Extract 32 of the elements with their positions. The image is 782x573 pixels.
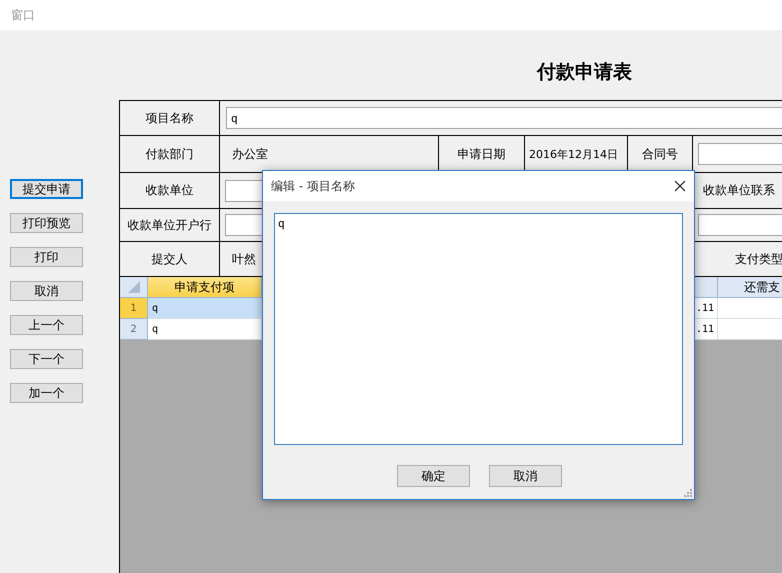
side-button[interactable]: 上一个 — [10, 315, 83, 335]
table-cell: q — [148, 319, 262, 340]
input-field[interactable] — [698, 214, 782, 236]
dialog-button[interactable]: 确定 — [397, 465, 470, 487]
row-header[interactable]: 2 — [120, 319, 148, 340]
table-cell: q — [148, 298, 262, 319]
field-label: 收款单位 — [120, 173, 220, 209]
field-label: 收款单位开户行 — [120, 209, 220, 242]
table-cell: .11 — [694, 298, 718, 319]
input-field[interactable]: q — [226, 107, 782, 129]
side-button[interactable]: 打印预览 — [10, 213, 83, 233]
table-cell: .11 — [694, 319, 718, 340]
select-all-icon[interactable] — [128, 281, 140, 293]
field-label: 项目名称 — [120, 101, 220, 136]
field-label: 付款部门 — [120, 136, 220, 173]
window-title: 窗口 — [11, 6, 35, 24]
side-button[interactable]: 提交申请 — [10, 179, 83, 199]
side-button[interactable]: 下一个 — [10, 349, 83, 369]
resize-grip-icon[interactable] — [684, 489, 692, 497]
side-button[interactable]: 加一个 — [10, 383, 83, 403]
dialog-button[interactable]: 取消 — [489, 465, 562, 487]
column-header[interactable]: 申请支付项 — [148, 277, 262, 298]
dialog-title: 编辑 - 项目名称 — [271, 178, 355, 194]
close-icon[interactable] — [674, 180, 686, 192]
text-area[interactable]: q — [274, 213, 683, 445]
column-header[interactable] — [694, 277, 718, 298]
row-header[interactable]: 1 — [120, 298, 148, 319]
column-header[interactable]: 还需支 — [718, 277, 782, 298]
form-title: 付款申请表 — [537, 60, 632, 85]
side-button[interactable]: 打印 — [10, 247, 83, 267]
input-field[interactable] — [698, 143, 782, 165]
side-button[interactable]: 取消 — [10, 281, 83, 301]
